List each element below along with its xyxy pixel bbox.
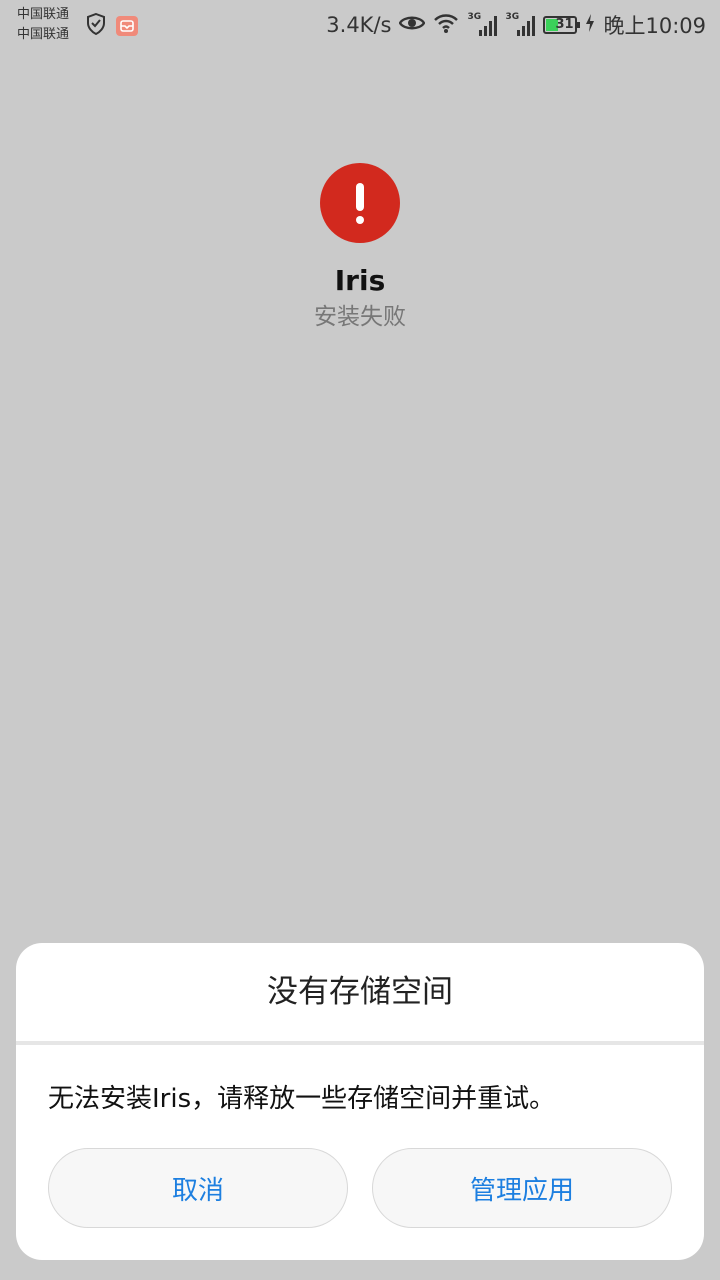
carrier-2: 中国联通 (17, 27, 70, 42)
shield-icon (86, 12, 106, 39)
battery-icon: 31 (543, 16, 581, 34)
cancel-button[interactable]: 取消 (48, 1148, 348, 1228)
carrier-labels: 中国联通 中国联通 (17, 5, 69, 45)
status-bar: 中国联通 中国联通 3.4K/s 3G 3G 31 晚上10:09 (0, 0, 720, 50)
signal-2-label: 3G (505, 12, 520, 22)
dialog-buttons: 取消 管理应用 (48, 1148, 672, 1228)
clock: 晚上10:09 (603, 14, 706, 38)
mail-icon (116, 16, 138, 36)
notification-icons (86, 12, 138, 39)
error-icon (320, 163, 400, 243)
wifi-icon (433, 12, 459, 39)
install-status: 安装失败 (314, 304, 406, 330)
net-speed: 3.4K/s (326, 13, 392, 37)
storage-dialog: 没有存储空间 无法安装Iris，请释放一些存储空间并重试。 取消 管理应用 (16, 943, 704, 1260)
manage-apps-button[interactable]: 管理应用 (372, 1148, 672, 1228)
carrier-1: 中国联通 (17, 7, 70, 22)
install-result: Iris 安装失败 (0, 163, 720, 333)
status-right: 3.4K/s 3G 3G 31 晚上10:09 (326, 8, 706, 42)
app-name: Iris (334, 264, 386, 297)
signal-1-icon: 3G (467, 12, 498, 36)
eye-icon (399, 13, 426, 38)
signal-2-icon: 3G (505, 12, 536, 36)
signal-1-label: 3G (467, 12, 482, 22)
charging-icon (585, 13, 595, 38)
dialog-message: 无法安装Iris，请释放一些存储空间并重试。 (48, 1084, 556, 1114)
battery-level: 31 (555, 17, 574, 32)
dialog-title: 没有存储空间 (267, 974, 453, 1010)
